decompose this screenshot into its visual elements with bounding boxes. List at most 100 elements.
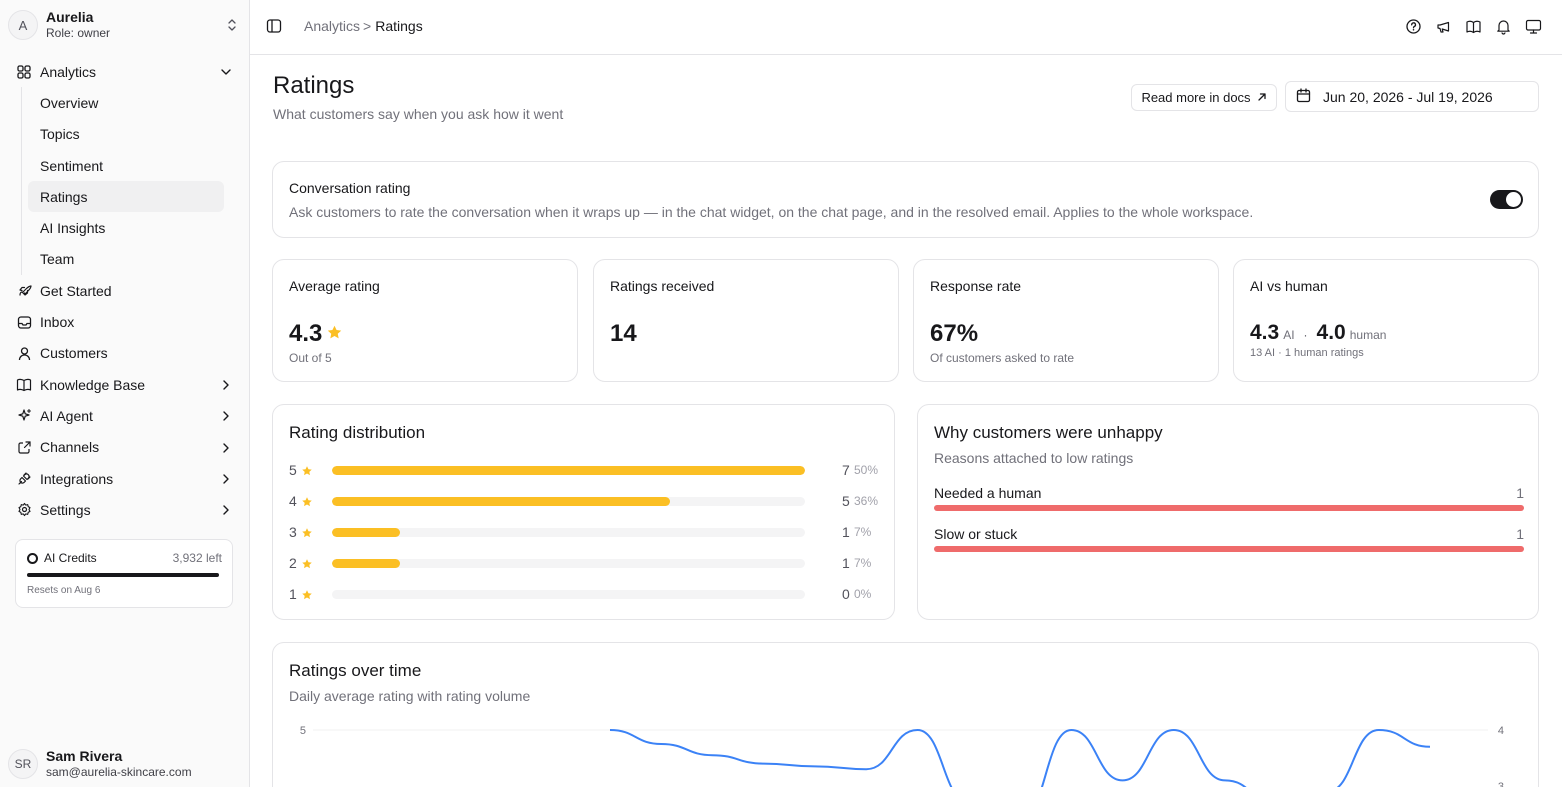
monitor-icon[interactable] [1525, 18, 1542, 35]
sidebar-item-label: Ratings [40, 188, 88, 205]
distribution-bar-track [332, 558, 805, 568]
inbox-icon [16, 314, 32, 330]
sidebar-item-analytics[interactable]: Analytics [8, 56, 242, 87]
stat-subtext: Of customers asked to rate [930, 351, 1075, 365]
workspace-switcher[interactable]: A Aurelia Role: owner [8, 8, 242, 42]
sidebar-item-settings[interactable]: Settings [8, 494, 242, 525]
star-icon [301, 464, 313, 476]
sidebar-item-ratings[interactable]: Ratings [28, 181, 224, 213]
ratings-over-time-card: Ratings over time Daily average rating w… [272, 642, 1539, 787]
response-rate-card: Response rate 67% Of customers asked to … [913, 259, 1219, 382]
average-rating-value: 4.3 [289, 320, 323, 347]
stat-label: Ratings received [610, 278, 715, 294]
chevron-right-icon [220, 409, 232, 421]
unhappy-reasons-card: Why customers were unhappy Reasons attac… [917, 404, 1539, 620]
ai-credits-card[interactable]: AI Credits 3,932 left Resets on Aug 6 [15, 539, 233, 608]
sidebar-toggle-icon[interactable] [266, 18, 284, 36]
sidebar-item-topics[interactable]: Topics [28, 119, 224, 150]
stat-subtext: 13 AI · 1 human ratings [1250, 347, 1364, 359]
star-icon [301, 526, 313, 538]
chevron-right-icon [220, 472, 232, 484]
credits-reset-date: Resets on Aug 6 [27, 585, 101, 596]
rocket-icon [16, 283, 32, 299]
sidebar-item-label: AI Agent [40, 407, 93, 424]
distribution-percent: 7% [854, 556, 872, 570]
sidebar-item-channels[interactable]: Channels [8, 432, 242, 463]
sidebar-item-get-started[interactable]: Get Started [8, 275, 242, 306]
star-icon [326, 320, 343, 348]
unhappy-reason-row: Slow or stuck 1 [934, 526, 1524, 552]
page-title: Ratings [273, 72, 355, 99]
y-axis-tick: 5 [300, 725, 306, 737]
ratings-received-card: Ratings received 14 [593, 259, 899, 382]
card-subtitle: Reasons attached to low ratings [934, 450, 1134, 466]
date-range-picker[interactable]: Jun 20, 2026 - Jul 19, 2026 [1285, 81, 1539, 112]
sidebar-item-ai-insights[interactable]: AI Insights [28, 212, 224, 243]
distribution-row: 5 7 50% [289, 462, 879, 478]
analytics-submenu: Overview Topics Sentiment Ratings AI Ins… [21, 87, 242, 276]
distribution-row: 4 5 36% [289, 493, 879, 509]
distribution-row: 1 0 0% [289, 586, 879, 602]
distribution-bar-track [332, 527, 805, 537]
distribution-percent: 50% [854, 463, 879, 477]
sidebar-item-sentiment[interactable]: Sentiment [28, 150, 224, 181]
reason-label: Needed a human [934, 485, 1042, 501]
unhappy-reason-row: Needed a human 1 [934, 485, 1524, 511]
plug-icon [16, 471, 32, 487]
stat-label: Average rating [289, 278, 380, 294]
distribution-percent: 36% [854, 494, 879, 508]
sidebar-item-integrations[interactable]: Integrations [8, 463, 242, 494]
distribution-bar-fill [332, 496, 670, 506]
user-name: Sam Rivera [46, 748, 123, 764]
card-title: Rating distribution [289, 423, 426, 442]
workspace-name: Aurelia [46, 9, 94, 25]
sidebar-item-overview[interactable]: Overview [28, 87, 224, 118]
grid-icon [16, 64, 32, 80]
bell-icon[interactable] [1495, 18, 1512, 35]
stat-label: Response rate [930, 278, 1022, 294]
sidebar-item-label: Customers [40, 345, 108, 362]
conversation-rating-title: Conversation rating [289, 180, 411, 196]
credits-remaining: 3,932 left [172, 551, 222, 565]
sidebar-item-label: Team [40, 251, 75, 268]
chevron-right-icon [220, 378, 232, 390]
date-range-value: Jun 20, 2026 - Jul 19, 2026 [1323, 88, 1493, 105]
conversation-rating-toggle[interactable] [1490, 190, 1523, 209]
chevrons-up-down-icon [226, 16, 238, 34]
y2-axis-tick: 4 [1498, 725, 1504, 737]
sidebar-item-label: Analytics [40, 63, 97, 80]
workspace-avatar: A [8, 10, 38, 40]
ai-rating-value: 4.3 [1250, 321, 1280, 344]
sidebar-item-customers[interactable]: Customers [8, 338, 242, 369]
sidebar-item-label: Integrations [40, 470, 114, 487]
sidebar-item-ai-agent[interactable]: AI Agent [8, 400, 242, 431]
user-profile[interactable]: SR Sam Rivera sam@aurelia-skincare.com [8, 748, 192, 780]
read-docs-label: Read more in docs [1141, 90, 1251, 105]
sidebar-item-inbox[interactable]: Inbox [8, 306, 242, 337]
distribution-bar-track [332, 589, 805, 599]
sparkle-icon [16, 408, 32, 424]
distribution-bar-track [332, 465, 805, 475]
conversation-rating-description: Ask customers to rate the conversation w… [289, 204, 1254, 220]
star-icon [301, 557, 313, 569]
read-docs-button[interactable]: Read more in docs [1131, 84, 1277, 111]
star-level: 3 [289, 524, 297, 540]
distribution-percent: 7% [854, 525, 872, 539]
reason-count: 1 [1516, 526, 1524, 542]
stat-value: 4.3 [289, 320, 343, 348]
circle-icon [27, 552, 38, 564]
book-icon [16, 377, 32, 393]
megaphone-icon[interactable] [1435, 18, 1452, 35]
help-icon[interactable] [1405, 18, 1422, 35]
sidebar-item-knowledge-base[interactable]: Knowledge Base [8, 369, 242, 400]
book-icon[interactable] [1465, 18, 1482, 35]
sidebar-item-label: Channels [40, 439, 100, 456]
calendar-icon [1296, 87, 1311, 106]
chevron-down-icon [220, 65, 232, 77]
distribution-count: 5 [842, 493, 850, 509]
sidebar-item-label: Overview [40, 94, 99, 111]
star-level: 5 [289, 462, 297, 478]
sidebar-item-team[interactable]: Team [28, 244, 224, 275]
breadcrumb-analytics[interactable]: Analytics [304, 18, 360, 34]
chevron-right-icon [220, 503, 232, 515]
